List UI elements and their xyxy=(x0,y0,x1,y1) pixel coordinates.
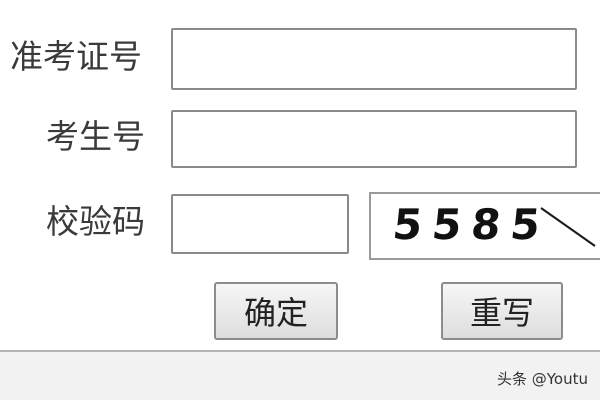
ticket-number-label: 准考证号 xyxy=(10,37,142,76)
ticket-number-input[interactable] xyxy=(171,28,577,90)
login-form-window: 准考证号 考生号 校验码 5585 确定 重写 头条 @Youtu xyxy=(0,0,600,400)
reset-button[interactable]: 重写 xyxy=(441,282,563,340)
captcha-label: 校验码 xyxy=(46,202,145,241)
captcha-input[interactable] xyxy=(171,194,349,254)
examinee-number-input[interactable] xyxy=(171,110,577,168)
captcha-image[interactable]: 5585 xyxy=(369,192,600,260)
confirm-button[interactable]: 确定 xyxy=(214,282,338,340)
examinee-number-label: 考生号 xyxy=(46,117,145,156)
captcha-noise-line xyxy=(540,207,596,247)
watermark-text: 头条 @Youtu xyxy=(496,370,588,388)
